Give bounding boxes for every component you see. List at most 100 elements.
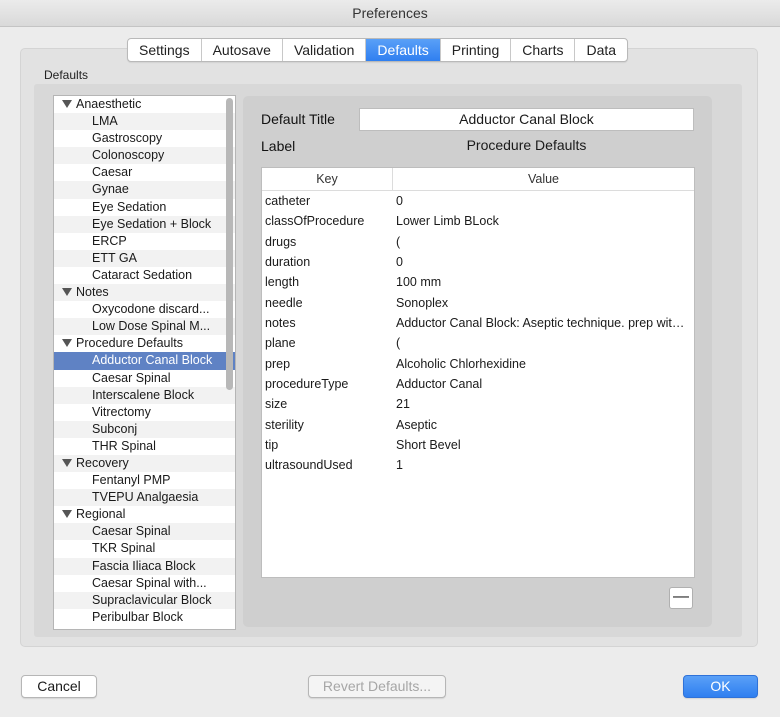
table-row[interactable]: plane ( xyxy=(262,333,694,353)
outline-item-row[interactable]: LMA xyxy=(54,113,235,131)
value-cell[interactable]: Adductor Canal xyxy=(392,374,694,394)
table-row[interactable]: catheter 0 xyxy=(262,191,694,211)
key-cell: catheter xyxy=(265,194,311,208)
value-cell[interactable]: Lower Limb BLock xyxy=(392,211,694,231)
outline-item-row[interactable]: Gynae xyxy=(54,181,235,199)
tab-validation[interactable]: Validation xyxy=(283,39,367,61)
key-cell: prep xyxy=(265,356,291,371)
outline-item-row[interactable]: Caesar xyxy=(54,164,235,181)
outline-item-row[interactable]: ERCP xyxy=(54,233,235,250)
key-value-table[interactable]: Key Value catheter 0 classOfProcedure Lower… xyxy=(261,167,695,578)
column-header-value[interactable]: Value xyxy=(393,168,694,190)
table-row[interactable]: notes Adductor Canal Block: Aseptic techn… xyxy=(262,313,694,333)
default-title-field[interactable]: Adductor Canal Block xyxy=(359,108,694,131)
tab-autosave[interactable]: Autosave xyxy=(202,39,283,61)
value-cell[interactable]: 0 xyxy=(392,252,694,272)
outline-item-row[interactable]: Peribulbar Block xyxy=(54,609,235,626)
outline-item-row[interactable]: Interscalene Block xyxy=(54,386,235,404)
key-cell: sterility xyxy=(265,417,304,432)
outline-row-label: TKR Spinal xyxy=(92,541,156,556)
value-cell[interactable]: Short Bevel xyxy=(392,435,694,455)
table-row[interactable]: procedureType Adductor Canal xyxy=(262,374,694,394)
outline-item-row[interactable]: Fentanyl PMP xyxy=(54,472,235,489)
outline-item-row[interactable]: Adductor Canal Block xyxy=(54,352,235,370)
outline-item-row[interactable]: Fascia Iliaca Block xyxy=(54,557,235,575)
outline-group-row[interactable]: Notes xyxy=(54,284,235,302)
outline-row-label: Caesar xyxy=(92,165,133,180)
table-row[interactable]: ultrasoundUsed 1 xyxy=(262,455,694,475)
table-row[interactable]: drugs ( xyxy=(262,232,694,252)
value-cell[interactable]: Adductor Canal Block: Aseptic technique.… xyxy=(392,313,694,333)
outline-item-row[interactable]: Oxycodone discard... xyxy=(54,301,235,318)
tab-settings[interactable]: Settings xyxy=(128,39,202,61)
value-cell[interactable]: Sonoplex xyxy=(392,293,694,313)
outline-group-row[interactable]: Anaesthetic xyxy=(54,96,235,113)
tab-charts[interactable]: Charts xyxy=(511,39,576,61)
disclosure-triangle-icon[interactable] xyxy=(62,339,72,348)
column-header-key[interactable]: Key xyxy=(262,168,393,190)
value-cell[interactable]: 1 xyxy=(392,455,694,475)
outline-item-row[interactable]: Caesar Spinal xyxy=(54,523,235,541)
table-row[interactable]: classOfProcedure Lower Limb BLock xyxy=(262,211,694,231)
cancel-button[interactable]: Cancel xyxy=(21,675,97,698)
key-cell: notes xyxy=(265,316,296,331)
table-row[interactable]: tip Short Bevel xyxy=(262,435,694,455)
outline-item-row[interactable]: Colonoscopy xyxy=(54,147,235,165)
outline-item-row[interactable]: ETT GA xyxy=(54,249,235,267)
table-row[interactable]: duration 0 xyxy=(262,252,694,272)
sidebar-scrollbar[interactable] xyxy=(226,98,233,390)
outline-item-row[interactable]: Subconj xyxy=(54,420,235,438)
window-title: Preferences xyxy=(0,0,780,27)
outline-item-row[interactable]: Cataract Sedation xyxy=(54,267,235,284)
tab-defaults[interactable]: Defaults xyxy=(366,39,441,61)
key-cell: duration xyxy=(265,255,311,270)
disclosure-triangle-icon[interactable] xyxy=(62,509,72,518)
group-label: Defaults xyxy=(44,68,89,82)
outline-row-label: Fascia Iliaca Block xyxy=(92,558,196,573)
defaults-outline-list[interactable]: Anaesthetic LMA Gastroscopy Colonoscopy Caes… xyxy=(53,95,236,630)
outline-row-label: Oxycodone discard... xyxy=(92,302,210,317)
outline-group-row[interactable]: Procedure Defaults xyxy=(54,335,235,352)
outline-item-row[interactable]: Low Dose Spinal M... xyxy=(54,318,235,336)
outline-item-row[interactable]: TVEPU Analgaesia xyxy=(54,489,235,507)
value-cell[interactable]: 0 xyxy=(392,191,694,211)
value-cell[interactable]: Aseptic xyxy=(392,415,694,435)
ok-button[interactable]: OK xyxy=(683,675,758,698)
outline-item-row[interactable]: Caesar Spinal xyxy=(54,370,235,387)
outline-row-label: Regional xyxy=(76,507,126,522)
tab-data[interactable]: Data xyxy=(575,39,627,61)
table-row[interactable]: prep Alcoholic Chlorhexidine xyxy=(262,354,694,374)
outline-row-label: Gynae xyxy=(92,182,129,197)
disclosure-triangle-icon[interactable] xyxy=(62,287,72,296)
outline-group-row[interactable]: Regional xyxy=(54,506,235,523)
value-cell[interactable]: 21 xyxy=(392,394,694,414)
table-row[interactable]: needle Sonoplex xyxy=(262,293,694,313)
outline-item-row[interactable]: Gastroscopy xyxy=(54,130,235,147)
value-cell[interactable]: ( xyxy=(392,333,694,353)
outline-row-label: LMA xyxy=(92,114,118,129)
outline-item-row[interactable]: Caesar Spinal with... xyxy=(54,575,235,592)
table-row[interactable]: size 21 xyxy=(262,394,694,414)
outline-item-row[interactable]: Eye Sedation xyxy=(54,199,235,216)
tab-printing[interactable]: Printing xyxy=(441,39,512,61)
value-cell[interactable]: 100 mm xyxy=(392,272,694,292)
outline-item-row[interactable]: TKR Spinal xyxy=(54,540,235,557)
table-row[interactable]: length 100 mm xyxy=(262,272,694,292)
outline-row-label: Caesar Spinal xyxy=(92,524,171,539)
outline-item-row[interactable]: Vitrectomy xyxy=(54,404,235,421)
outline-group-row[interactable]: Recovery xyxy=(54,454,235,473)
key-cell: size xyxy=(265,397,288,412)
table-row[interactable]: sterility Aseptic xyxy=(262,415,694,435)
value-cell[interactable]: Alcoholic Chlorhexidine xyxy=(392,354,694,374)
outline-item-row[interactable]: THR Spinal xyxy=(54,438,235,455)
outline-row-label: Vitrectomy xyxy=(92,404,151,419)
disclosure-triangle-icon[interactable] xyxy=(62,458,72,467)
outline-item-row[interactable]: Supraclavicular Block xyxy=(54,591,235,609)
outline-row-label: Adductor Canal Block xyxy=(92,353,213,368)
value-cell[interactable]: ( xyxy=(392,232,694,252)
key-cell: needle xyxy=(265,295,303,310)
remove-row-button[interactable]: — xyxy=(669,587,693,609)
outline-item-row[interactable]: Eye Sedation + Block xyxy=(54,215,235,233)
revert-defaults-button[interactable]: Revert Defaults... xyxy=(308,675,446,698)
disclosure-triangle-icon[interactable] xyxy=(62,99,72,108)
